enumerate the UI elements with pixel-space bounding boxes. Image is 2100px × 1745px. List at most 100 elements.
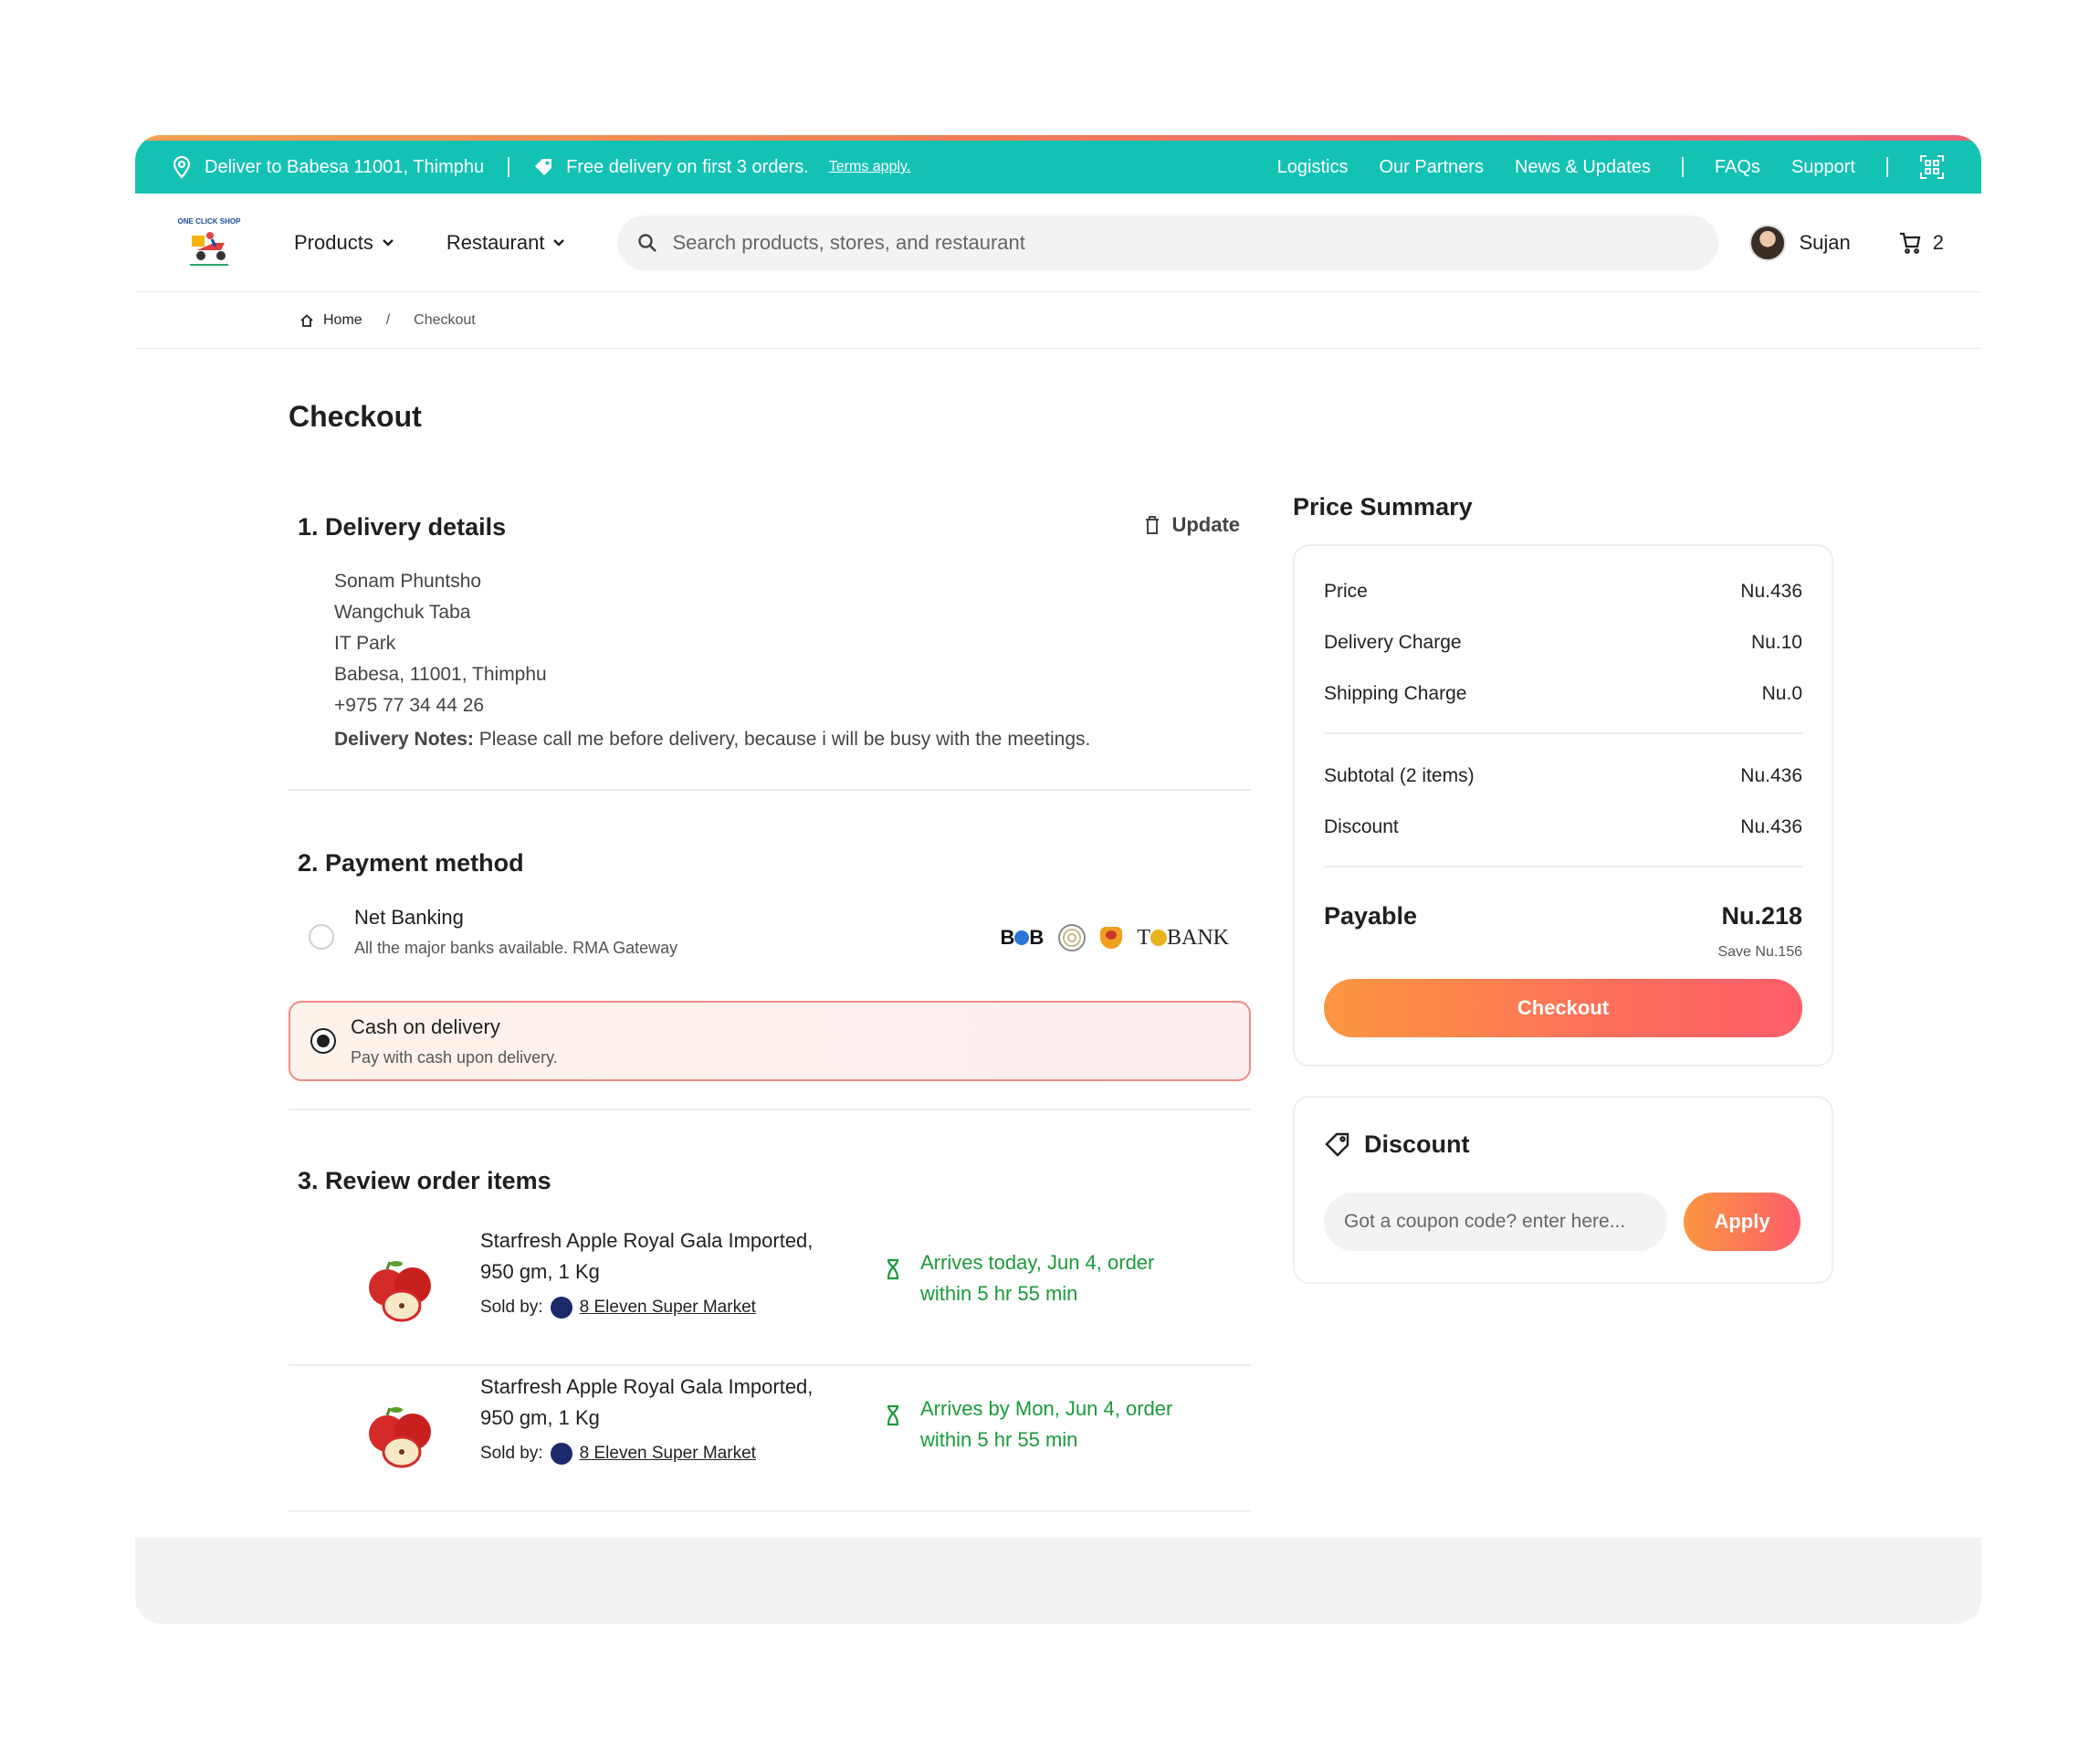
save-text: Save Nu.156 <box>1717 944 1802 960</box>
app-frame: Deliver to Babesa 11001, Thimphu Free de… <box>135 135 1981 1624</box>
arrival-text: within 5 hr 55 min <box>920 1282 1078 1305</box>
bnb-logo <box>1100 927 1123 949</box>
checkout-button[interactable]: Checkout <box>1324 979 1802 1037</box>
seller-link[interactable]: 8 Eleven Super Market <box>580 1444 756 1464</box>
nav-products[interactable]: Products <box>294 231 395 255</box>
divider <box>289 789 1251 791</box>
divider <box>1324 866 1802 867</box>
search-input[interactable]: Search products, stores, and restaurant <box>617 215 1719 270</box>
review-heading: 3. Review order items <box>298 1167 551 1194</box>
nav-restaurant-label: Restaurant <box>446 230 545 254</box>
promo-text: Free delivery on first 3 orders. <box>566 156 809 177</box>
user-menu[interactable]: Sujan <box>1749 224 1851 261</box>
update-button[interactable]: Update <box>1144 513 1240 537</box>
link-our-partners[interactable]: Our Partners <box>1379 157 1483 178</box>
summary-label: Subtotal (2 items) <box>1324 765 1475 786</box>
radio-net-banking[interactable] <box>309 924 334 950</box>
breadcrumb-current: Checkout <box>414 311 476 328</box>
cod-title: Cash on delivery <box>351 1015 500 1038</box>
nav-restaurant[interactable]: Restaurant <box>446 231 567 255</box>
summary-label: Shipping Charge <box>1324 683 1467 704</box>
topbar-separator <box>508 157 510 177</box>
location-pin-icon <box>173 155 191 179</box>
link-news-updates[interactable]: News & Updates <box>1515 157 1651 178</box>
discount-title: Discount <box>1364 1130 1470 1158</box>
hourglass-icon <box>887 1404 899 1426</box>
user-name: Sujan <box>1799 230 1851 254</box>
summary-row-price: Price Nu.436 <box>1324 581 1802 603</box>
breadcrumb-separator: / <box>385 311 391 328</box>
delivery-heading: 1. Delivery details <box>298 513 507 541</box>
deliver-to[interactable]: Deliver to Babesa 11001, Thimphu <box>172 155 484 179</box>
coupon-input[interactable]: Got a coupon code? enter here... <box>1324 1193 1667 1251</box>
address-line: IT Park <box>334 633 396 654</box>
avatar <box>1749 224 1787 261</box>
discount-card: Discount Got a coupon code? enter here..… <box>1293 1096 1833 1284</box>
summary-label: Delivery Charge <box>1324 632 1462 653</box>
logo[interactable]: ONE CLICK SHOP <box>172 215 247 270</box>
bank-seal-logo <box>1058 924 1087 951</box>
payable-value: Nu.218 <box>1721 902 1802 930</box>
apply-button[interactable]: Apply <box>1684 1193 1801 1251</box>
qr-scan-icon[interactable] <box>1919 154 1945 180</box>
delivery-address: Sonam Phuntsho Wangchuk Taba IT Park Bab… <box>334 566 547 721</box>
divider <box>289 1109 1251 1110</box>
divider <box>1324 732 1802 734</box>
sold-by-label: Sold by: <box>480 1444 543 1463</box>
update-label: Update <box>1171 513 1240 536</box>
summary-label: Price <box>1324 581 1368 602</box>
order-item: Starfresh Apple Royal Gala Imported, 950… <box>289 1220 1251 1364</box>
payment-heading: 2. Payment method <box>298 849 524 877</box>
summary-row-discount: Discount Nu.436 <box>1324 816 1802 838</box>
cod-subtitle: Pay with cash upon delivery. <box>351 1048 558 1067</box>
address-city: Babesa, 11001, Thimphu <box>334 664 547 685</box>
summary-row-delivery: Delivery Charge Nu.10 <box>1324 632 1802 654</box>
nav-products-label: Products <box>294 230 373 254</box>
topbar-links: Logistics Our Partners News & Updates FA… <box>1277 154 1945 180</box>
main-header: ONE CLICK SHOP Products Restaurant Searc… <box>135 194 1981 292</box>
summary-value: Nu.436 <box>1740 816 1802 837</box>
apple-product-image <box>369 1407 431 1468</box>
bank-logos: BB T BANK <box>1001 924 1229 951</box>
top-bar: Deliver to Babesa 11001, Thimphu Free de… <box>135 141 1981 194</box>
link-logistics[interactable]: Logistics <box>1277 157 1349 178</box>
net-banking-title: Net Banking <box>354 906 464 929</box>
link-faqs[interactable]: FAQs <box>1715 157 1760 178</box>
summary-value: Nu.436 <box>1740 765 1802 786</box>
arrival-text: Arrives today, Jun 4, order <box>920 1251 1155 1274</box>
hourglass-icon <box>887 1258 899 1280</box>
svg-text:ONE CLICK SHOP: ONE CLICK SHOP <box>178 217 242 226</box>
topbar-separator <box>1681 157 1684 177</box>
search-icon <box>638 233 657 252</box>
item-name-line: 950 gm, 1 Kg <box>480 1260 600 1283</box>
cart-count: 2 <box>1932 230 1944 254</box>
delivery-notes-text: Please call me before delivery, because … <box>478 729 1091 750</box>
address-name: Sonam Phuntsho <box>334 571 482 592</box>
deliver-to-text: Deliver to Babesa 11001, Thimphu <box>205 156 485 177</box>
tag-icon <box>535 159 552 175</box>
item-name: Starfresh Apple Royal Gala Imported, 950… <box>480 1225 813 1288</box>
radio-cod[interactable] <box>310 1028 336 1054</box>
cart-button[interactable]: 2 <box>1898 231 1944 255</box>
divider <box>289 1510 1251 1512</box>
order-item: Starfresh Apple Royal Gala Imported, 950… <box>289 1366 1251 1510</box>
seller-logo <box>550 1443 572 1465</box>
cart-icon <box>1899 232 1921 254</box>
sold-by: Sold by: 8 Eleven Super Market <box>480 1443 756 1465</box>
address-line: Wangchuk Taba <box>334 602 471 623</box>
home-icon <box>300 313 313 327</box>
payable-row: Payable Nu.218 <box>1324 902 1802 930</box>
topbar-separator <box>1886 157 1888 177</box>
page-title: Checkout <box>289 400 422 433</box>
seller-link[interactable]: 8 Eleven Super Market <box>580 1298 756 1318</box>
item-name-line: 950 gm, 1 Kg <box>480 1406 600 1429</box>
link-support[interactable]: Support <box>1791 157 1855 178</box>
breadcrumb-home[interactable]: Home <box>323 312 362 329</box>
payment-option-cod[interactable]: Cash on delivery Pay with cash upon deli… <box>289 1001 1251 1081</box>
item-name-line: Starfresh Apple Royal Gala Imported, <box>480 1229 814 1252</box>
payable-label: Payable <box>1324 902 1418 930</box>
sold-by: Sold by: 8 Eleven Super Market <box>480 1297 756 1319</box>
sold-by-label: Sold by: <box>480 1298 543 1317</box>
terms-link[interactable]: Terms apply. <box>829 159 911 175</box>
chevron-down-icon <box>553 238 565 247</box>
